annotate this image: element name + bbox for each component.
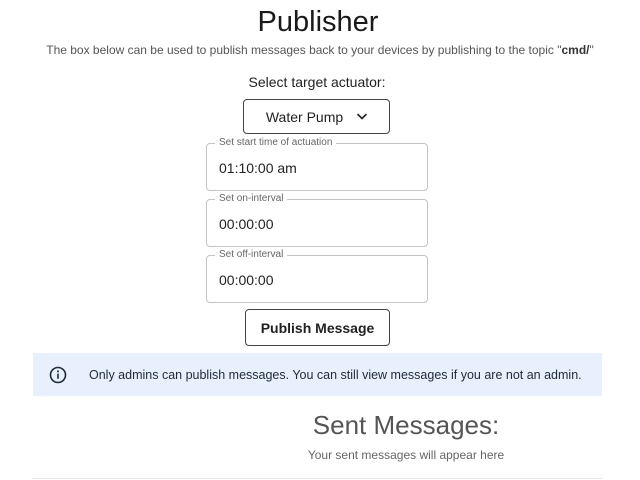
page-title: Publisher (257, 6, 379, 38)
on-interval-legend: Set on-interval (215, 192, 288, 206)
publisher-page: Publisher The box below can be used to p… (0, 0, 640, 480)
page-description: The box below can be used to publish mes… (0, 42, 640, 58)
publish-message-button[interactable]: Publish Message (245, 309, 390, 346)
on-interval-input[interactable] (219, 215, 409, 233)
info-icon (49, 366, 67, 384)
off-interval-field[interactable]: Set off-interval (206, 248, 428, 303)
actuator-select-label: Select target actuator: (248, 74, 386, 90)
chevron-down-icon (357, 113, 367, 120)
description-suffix: " (589, 43, 594, 57)
off-interval-legend: Set off-interval (215, 248, 288, 262)
actuator-selected-value: Water Pump (265, 108, 344, 125)
sent-messages-empty-text: Your sent messages will appear here (307, 448, 505, 462)
off-interval-input[interactable] (219, 271, 409, 289)
admin-info-alert: Only admins can publish messages. You ca… (33, 353, 602, 396)
start-time-field[interactable]: Set start time of actuation (206, 136, 428, 191)
actuator-select[interactable]: Water Pump (243, 99, 390, 134)
topic-name: cmd/ (561, 43, 590, 57)
start-time-legend: Set start time of actuation (215, 136, 337, 150)
divider (33, 478, 602, 479)
start-time-input[interactable] (219, 159, 409, 177)
description-prefix: The box below can be used to publish mes… (46, 43, 562, 57)
sent-messages-heading: Sent Messages: (312, 410, 500, 440)
on-interval-field[interactable]: Set on-interval (206, 192, 428, 247)
alert-message: Only admins can publish messages. You ca… (89, 368, 582, 382)
